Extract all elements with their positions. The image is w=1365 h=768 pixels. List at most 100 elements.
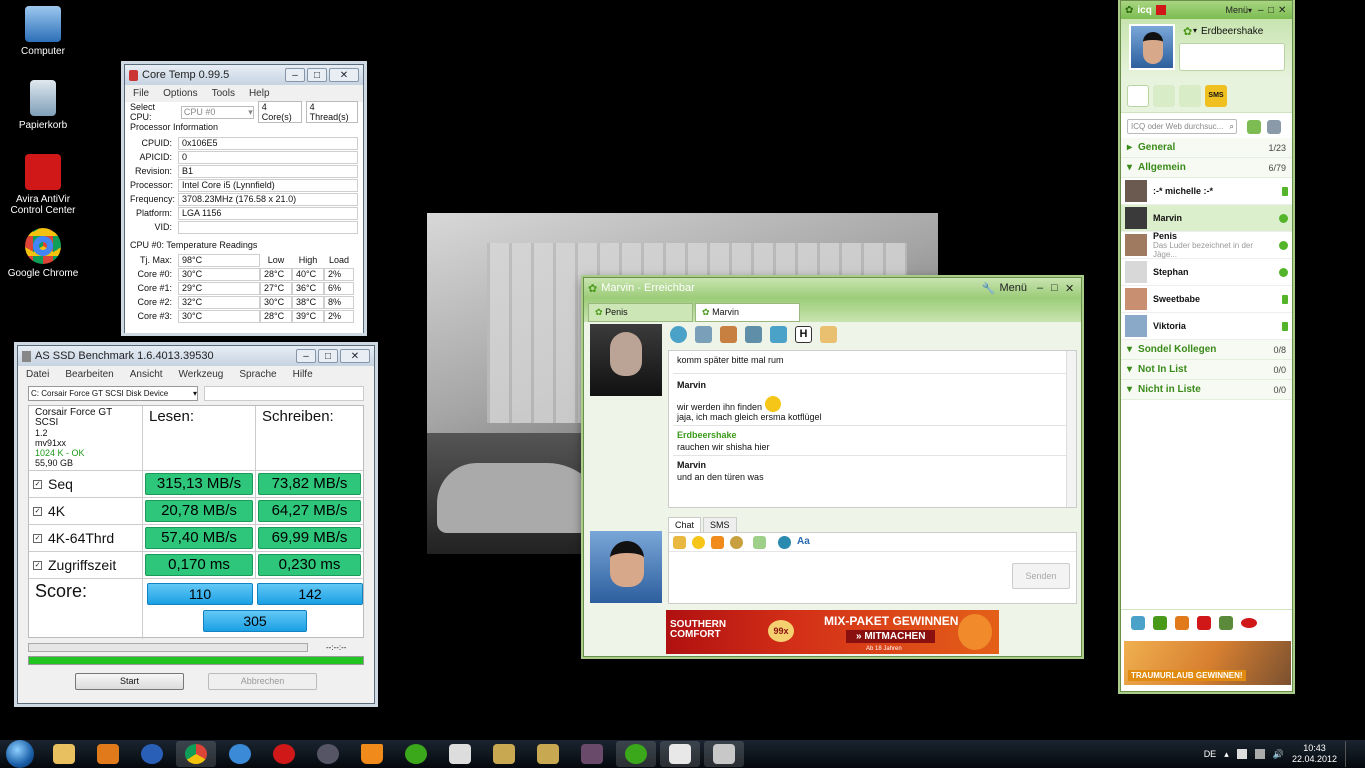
status-message-field[interactable] [1179, 43, 1285, 71]
taskbar-icq[interactable] [396, 741, 436, 767]
send-button[interactable]: Senden [1012, 563, 1070, 589]
gift-icon[interactable] [753, 535, 766, 549]
menu-datei[interactable]: Datei [26, 369, 49, 380]
chat-tab-marvin[interactable]: ✿ Marvin [695, 303, 800, 322]
status-flower-icon[interactable]: ✿ [1183, 25, 1192, 38]
close-button[interactable]: ✕ [1065, 282, 1077, 295]
files-icon[interactable] [745, 326, 762, 343]
microphone-icon[interactable] [695, 326, 712, 343]
emoticon-icon[interactable] [692, 535, 705, 549]
menu-ansicht[interactable]: Ansicht [130, 369, 163, 380]
start-orb[interactable] [6, 740, 34, 768]
taskbar-icq-active[interactable] [616, 741, 656, 767]
action-center-icon[interactable] [1236, 749, 1247, 759]
group-nicht-in-liste[interactable]: ▾ Nicht in Liste 0/0 [1121, 380, 1292, 400]
row-checkbox[interactable]: ✓ [33, 506, 42, 516]
contacts-tab-icon[interactable] [1127, 84, 1149, 107]
taskbar-media-player[interactable] [88, 741, 128, 767]
taskbar-ssd[interactable] [704, 741, 744, 767]
taskbar-explorer[interactable] [44, 741, 84, 767]
voice-icon[interactable] [778, 535, 791, 549]
language-indicator[interactable]: DE [1204, 749, 1217, 759]
drive-select[interactable]: C: Corsair Force GT SCSI Disk Device ▾ [28, 386, 198, 401]
group-not-in-list[interactable]: ▾ Not In List 0/0 [1121, 360, 1292, 380]
taskbar-star-app[interactable] [484, 741, 524, 767]
contact-item[interactable]: Penis Das Luder bezeichnet in der Jäge..… [1121, 231, 1292, 259]
flower-app-icon[interactable] [1153, 615, 1167, 630]
menu-help[interactable]: Help [249, 88, 270, 99]
minimize-button[interactable]: – [1258, 5, 1268, 16]
taskbar-vlc[interactable] [352, 741, 392, 767]
menu-bearbeiten[interactable]: Bearbeiten [65, 369, 113, 380]
menu-hilfe[interactable]: Hilfe [293, 369, 313, 380]
minimize-button[interactable]: – [296, 349, 316, 363]
minimize-button[interactable]: – [285, 68, 305, 82]
menu-file[interactable]: File [133, 88, 149, 99]
chat-ad-banner[interactable]: SOUTHERN COMFORT 99x MIX-PAKET GEWINNEN … [666, 610, 999, 654]
volume-icon[interactable]: 🔊 [1273, 749, 1284, 760]
lightning-icon[interactable] [711, 535, 724, 549]
coretemp-titlebar[interactable]: Core Temp 0.99.5 – □ ✕ [125, 65, 363, 85]
desktop-icon-chrome[interactable]: Google Chrome [4, 228, 82, 279]
taskbar-globe[interactable] [132, 741, 172, 767]
music-icon[interactable] [1175, 615, 1189, 630]
close-button[interactable]: ✕ [329, 68, 359, 82]
chat-tab-penis[interactable]: ✿ Penis [588, 303, 693, 322]
close-button[interactable]: ✕ [340, 349, 370, 363]
abort-button[interactable]: Abbrechen [208, 673, 317, 690]
send-file-icon[interactable] [673, 535, 686, 549]
taskbar-chrome[interactable] [176, 741, 216, 767]
gamepad-icon[interactable] [770, 326, 787, 343]
taskbar-coretemp[interactable] [660, 741, 700, 767]
search-input[interactable]: ICQ oder Web durchsuc... ⌕ [1127, 119, 1237, 134]
close-button[interactable]: ✕ [1278, 5, 1288, 16]
network-icon[interactable] [1254, 749, 1265, 759]
input-tab-chat[interactable]: Chat [668, 517, 702, 533]
menu-tools[interactable]: Tools [212, 88, 235, 99]
contacts-icon[interactable] [720, 326, 737, 343]
cpu-select[interactable]: CPU #0 ▾ [180, 105, 254, 119]
group-sondel-kollegen[interactable]: ▾ Sondel Kollegen 0/8 [1121, 340, 1292, 360]
add-contact-icon[interactable] [1247, 119, 1261, 134]
contact-item[interactable]: :-* michelle :-* [1121, 178, 1292, 205]
profile-icon[interactable] [670, 326, 687, 343]
wrench-icon[interactable]: 🔧 [982, 282, 996, 295]
start-button[interactable]: Start [75, 673, 184, 690]
minimize-button[interactable]: – [1037, 282, 1051, 294]
pro7-app-icon[interactable] [1197, 615, 1211, 630]
show-desktop-button[interactable] [1345, 741, 1355, 767]
chat-titlebar[interactable]: ✿ Marvin - Erreichbar 🔧 Menü – □ ✕ [584, 278, 1081, 298]
clock[interactable]: 10:43 22.04.2012 [1292, 743, 1337, 765]
maximize-button[interactable]: □ [1268, 5, 1278, 16]
contact-item[interactable]: Marvin [1121, 205, 1292, 232]
menu-options[interactable]: Options [163, 88, 197, 99]
input-tab-sms[interactable]: SMS [703, 517, 737, 533]
message-input[interactable] [669, 553, 1009, 603]
chat-menu[interactable]: Menü [999, 282, 1027, 294]
icq-menu[interactable]: Menü [1225, 5, 1248, 15]
taskbar-app[interactable] [440, 741, 480, 767]
taskbar-itunes[interactable] [220, 741, 260, 767]
taskbar-avira[interactable] [264, 741, 304, 767]
drive-filter-field[interactable] [204, 386, 364, 401]
flag-tab-icon[interactable] [1179, 84, 1201, 107]
cards-icon[interactable] [1219, 615, 1233, 630]
group-general[interactable]: ▸ General 1/23 [1121, 138, 1292, 158]
desktop-icon-avira[interactable]: Avira AntiVir Control Center [4, 154, 82, 216]
icq-status-tab-icon[interactable] [1153, 84, 1175, 107]
menu-sprache[interactable]: Sprache [239, 369, 276, 380]
maximize-button[interactable]: □ [318, 349, 338, 363]
desktop-icon-computer[interactable]: Computer [4, 6, 82, 57]
row-checkbox[interactable]: ✓ [33, 560, 42, 570]
group-allgemein[interactable]: ▾ Allgemein 6/79 [1121, 158, 1292, 178]
row-checkbox[interactable]: ✓ [33, 479, 42, 489]
contact-item[interactable]: Stephan [1121, 259, 1292, 286]
tray-expand-icon[interactable]: ▴ [1224, 749, 1229, 760]
icq-ad-banner[interactable]: TRAUMURLAUB GEWINNEN! [1124, 641, 1291, 685]
chevron-down-icon[interactable]: ▾ [1193, 26, 1197, 35]
contact-item[interactable]: Sweetbabe [1121, 286, 1292, 313]
asssd-titlebar[interactable]: AS SSD Benchmark 1.6.4013.39530 – □ ✕ [18, 346, 374, 366]
menu-werkzeug[interactable]: Werkzeug [179, 369, 224, 380]
taskbar-game[interactable] [572, 741, 612, 767]
font-icon[interactable]: Aa [797, 536, 810, 549]
